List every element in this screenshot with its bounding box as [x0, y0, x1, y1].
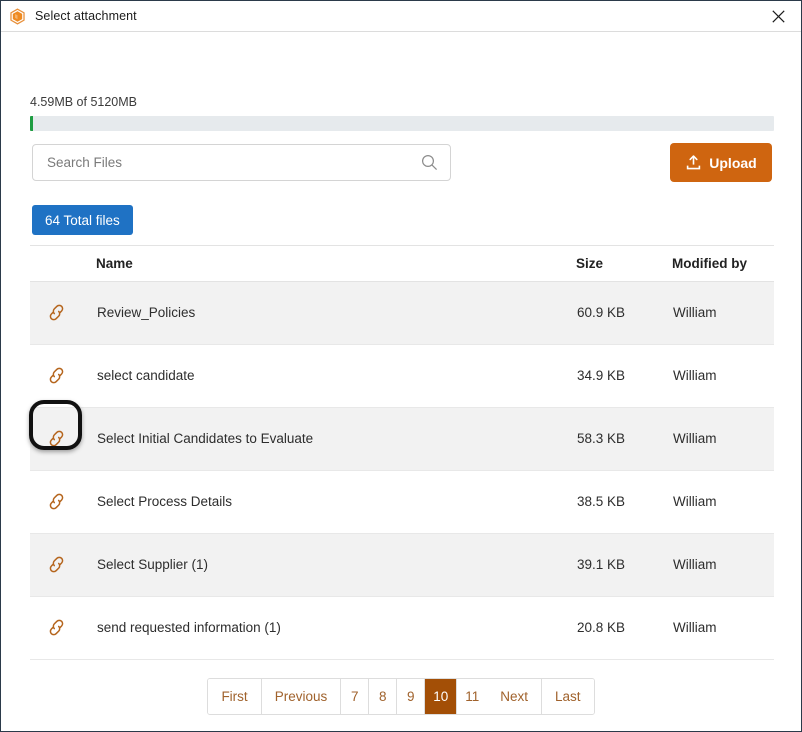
table-row[interactable]: select candidate 34.9 KB William: [30, 344, 774, 408]
file-modified-by-cell: William: [672, 470, 774, 534]
package-icon: [10, 7, 25, 25]
file-modified-by-cell: William: [672, 596, 774, 660]
file-size-cell: 58.3 KB: [576, 407, 672, 471]
link-icon[interactable]: [46, 428, 67, 449]
file-name-cell[interactable]: Review_Policies: [96, 281, 576, 345]
file-size-cell: 34.9 KB: [576, 344, 672, 408]
search-input[interactable]: [45, 145, 415, 180]
pagination-previous[interactable]: Previous: [261, 679, 342, 714]
table-row[interactable]: Select Process Details 38.5 KB William: [30, 470, 774, 534]
file-name-cell[interactable]: Select Process Details: [96, 470, 576, 534]
link-icon[interactable]: [46, 302, 67, 323]
link-icon[interactable]: [46, 491, 67, 512]
file-name-cell[interactable]: Select Supplier (1): [96, 533, 576, 597]
pagination-first[interactable]: First: [208, 679, 262, 714]
storage-quota-label: 4.59MB of 5120MB: [30, 95, 138, 109]
link-icon[interactable]: [46, 365, 67, 386]
file-link-cell[interactable]: [30, 344, 96, 408]
search-icon[interactable]: [421, 154, 438, 171]
upload-button[interactable]: Upload: [670, 143, 772, 182]
pagination-page-9[interactable]: 9: [397, 679, 426, 714]
file-link-cell[interactable]: [30, 596, 96, 660]
file-size-cell: 60.9 KB: [576, 281, 672, 345]
window-title: Select attachment: [35, 9, 137, 23]
file-list-table: Name Size Modified by Review_Policies 60.…: [29, 245, 774, 660]
pagination-next[interactable]: Next: [487, 679, 543, 714]
column-header-name: Name: [96, 246, 576, 282]
dialog-body: 4.59MB of 5120MB Upload 64 Total files: [1, 32, 801, 731]
file-link-cell[interactable]: [30, 281, 96, 345]
table-body: Review_Policies 60.9 KB William select cand…: [29, 281, 774, 660]
file-size-cell: 39.1 KB: [576, 533, 672, 597]
upload-icon: [687, 155, 701, 170]
pagination-page-11[interactable]: 11: [457, 679, 488, 714]
upload-button-label: Upload: [709, 154, 757, 171]
table-row[interactable]: Select Supplier (1) 39.1 KB William: [30, 533, 774, 597]
storage-progress-fill: [30, 116, 33, 131]
link-icon[interactable]: [46, 554, 67, 575]
table-row[interactable]: Select Initial Candidates to Evaluate 58.…: [29, 399, 774, 471]
table-header-row: Name Size Modified by: [30, 246, 774, 282]
file-name-cell[interactable]: Select Initial Candidates to Evaluate: [96, 407, 576, 471]
file-link-cell[interactable]: [29, 399, 96, 471]
file-link-cell[interactable]: [30, 533, 96, 597]
storage-progress-bar: [30, 116, 774, 131]
file-size-cell: 38.5 KB: [576, 470, 672, 534]
file-size-cell: 20.8 KB: [576, 596, 672, 660]
table-row[interactable]: Review_Policies 60.9 KB William: [30, 281, 774, 345]
select-attachment-dialog: Select attachment 4.59MB of 5120MB Searc…: [0, 0, 802, 732]
column-header-modified-by: Modified by: [672, 246, 774, 282]
file-modified-by-cell: William: [672, 281, 774, 345]
close-button[interactable]: [755, 1, 801, 31]
pagination: First Previous 7 8 9 10 11 Next Last: [1, 678, 801, 715]
pagination-group: First Previous 7 8 9 10 11 Next Last: [207, 678, 595, 715]
table-row[interactable]: send requested information (1) 20.8 KB Wil…: [30, 596, 774, 660]
title-bar: Select attachment: [1, 1, 801, 32]
file-name-cell[interactable]: select candidate: [96, 344, 576, 408]
file-modified-by-cell: William: [672, 407, 774, 471]
column-header-icon: [30, 246, 96, 282]
file-modified-by-cell: William: [672, 533, 774, 597]
pagination-page-10[interactable]: 10: [425, 679, 458, 714]
pagination-page-8[interactable]: 8: [369, 679, 398, 714]
file-name-cell[interactable]: send requested information (1): [96, 596, 576, 660]
pagination-page-7[interactable]: 7: [341, 679, 370, 714]
column-header-size: Size: [576, 246, 672, 282]
file-link-cell[interactable]: [30, 470, 96, 534]
file-modified-by-cell: William: [672, 344, 774, 408]
total-files-label: 64 Total files: [45, 212, 120, 228]
search-box[interactable]: [32, 144, 451, 181]
link-icon[interactable]: [46, 617, 67, 638]
close-icon: [771, 9, 785, 23]
total-files-badge[interactable]: 64 Total files: [32, 205, 133, 235]
pagination-last[interactable]: Last: [542, 679, 594, 714]
